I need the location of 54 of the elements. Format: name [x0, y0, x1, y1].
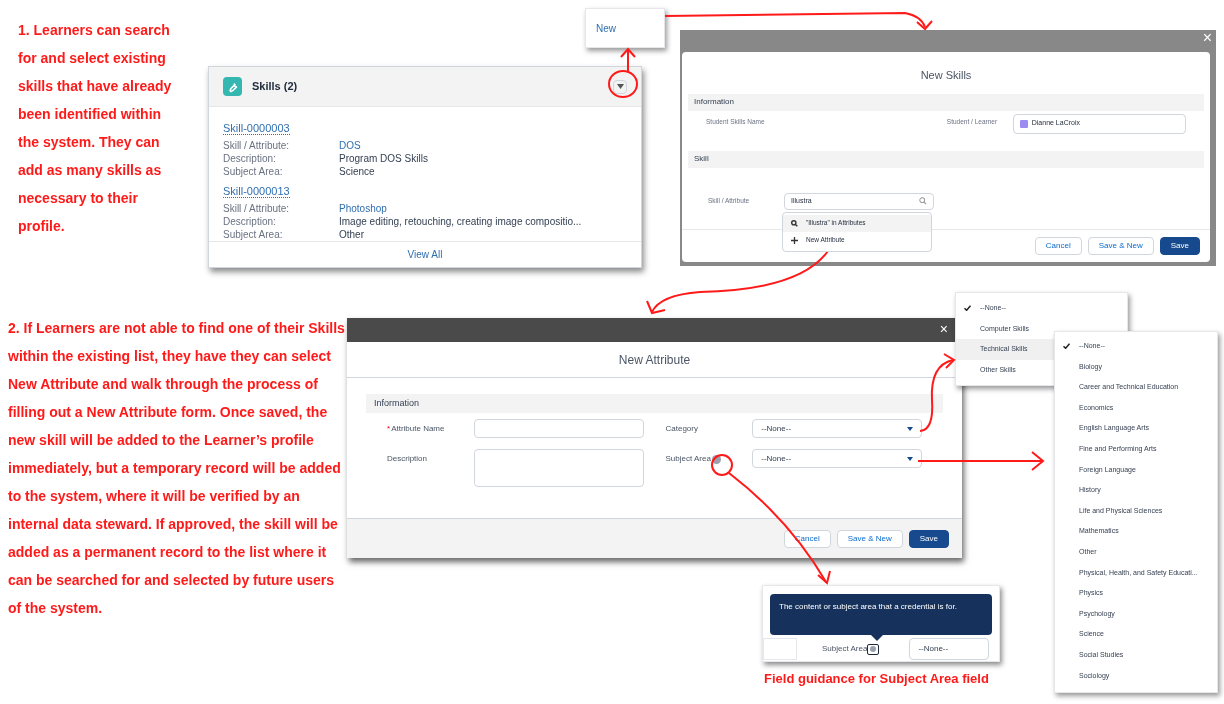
select-field[interactable]: --None--	[752, 449, 922, 468]
field-label: Skill / Attribute:	[223, 202, 291, 216]
secondary-button[interactable]: Save & New	[836, 529, 903, 548]
field-label: Subject Area	[822, 643, 868, 655]
dropdown-button[interactable]	[613, 79, 627, 94]
select-field[interactable]: --None--	[909, 638, 990, 660]
field-value: Program DOS Skills	[339, 152, 428, 166]
input-field[interactable]	[763, 638, 797, 660]
close-button[interactable]: ×	[1202, 30, 1212, 46]
close-button[interactable]: ×	[939, 322, 948, 336]
plus-icon	[791, 236, 798, 244]
menu-item[interactable]: New	[596, 21, 664, 36]
select-field[interactable]: --None--	[752, 419, 922, 438]
field-label: Attribute Name	[391, 423, 445, 435]
tooltip: The content or subject area that a credential is for.	[770, 594, 992, 635]
field-label: Subject Area:	[223, 165, 284, 179]
field-label: Description	[387, 453, 427, 465]
text-field[interactable]	[473, 419, 644, 438]
field-label: Skill / Attribute:	[223, 139, 291, 153]
field-label: Subject Area:	[223, 228, 284, 242]
record-link[interactable]: Skill-0000013	[223, 185, 290, 199]
info-icon[interactable]	[867, 643, 880, 655]
field-value: Image editing, retouching, creating image compositio...	[339, 215, 582, 229]
field-label: Description:	[223, 215, 277, 229]
tooltip-pointer	[871, 635, 883, 641]
annotation-text: 2. If Learners are not able to find one of their Skills within the existing list, they have they can select New Attribute and walk through the process of filling out a New Attribute form. Once saved, the new skill will be added to the Learner’s profile immediately, but a temporary record will be added to the system, where it will be verified by an internal data steward. If approved, the skill will be added as a permanent record to the list where it can be searched for and selected by future users of the system.	[8, 319, 346, 618]
field-label: Subject Area	[665, 453, 711, 465]
field-link[interactable]: DOS	[339, 139, 361, 153]
save-button[interactable]: Save	[1159, 237, 1200, 255]
secondary-button[interactable]: Save & New	[1087, 237, 1154, 255]
record-link[interactable]: Skill-0000003	[223, 122, 290, 136]
section-header: Skill	[688, 150, 1204, 168]
caret-icon	[907, 456, 913, 461]
view-all-link[interactable]: View All	[407, 247, 443, 263]
annotation-text: 1. Learners can search for and select existing skills that have already been identified within the system. They can add as many skills as necessary to their profile.	[18, 21, 173, 236]
required-mark: *	[387, 423, 391, 435]
caret-icon	[907, 426, 913, 431]
field-value: Science	[339, 165, 375, 179]
annotation-arrow	[608, 47, 638, 98]
field-value: Other	[339, 228, 364, 242]
section-header: Information	[366, 394, 943, 413]
modal-title: New Skills	[919, 68, 973, 83]
field-link[interactable]: Photoshop	[339, 202, 387, 216]
search-icon	[919, 197, 927, 205]
contact-icon	[1019, 119, 1028, 128]
secondary-button[interactable]: Cancel	[1034, 237, 1082, 255]
card-title: Skills (2)	[252, 79, 298, 95]
caret-icon	[616, 84, 624, 90]
annotation-caption: Field guidance for Subject Area field	[764, 670, 989, 688]
field-label: Description:	[223, 152, 277, 166]
section-header: Information	[688, 93, 1204, 111]
field-label: Category	[665, 423, 698, 435]
save-button[interactable]: Save	[908, 529, 949, 548]
search-icon	[791, 219, 798, 227]
